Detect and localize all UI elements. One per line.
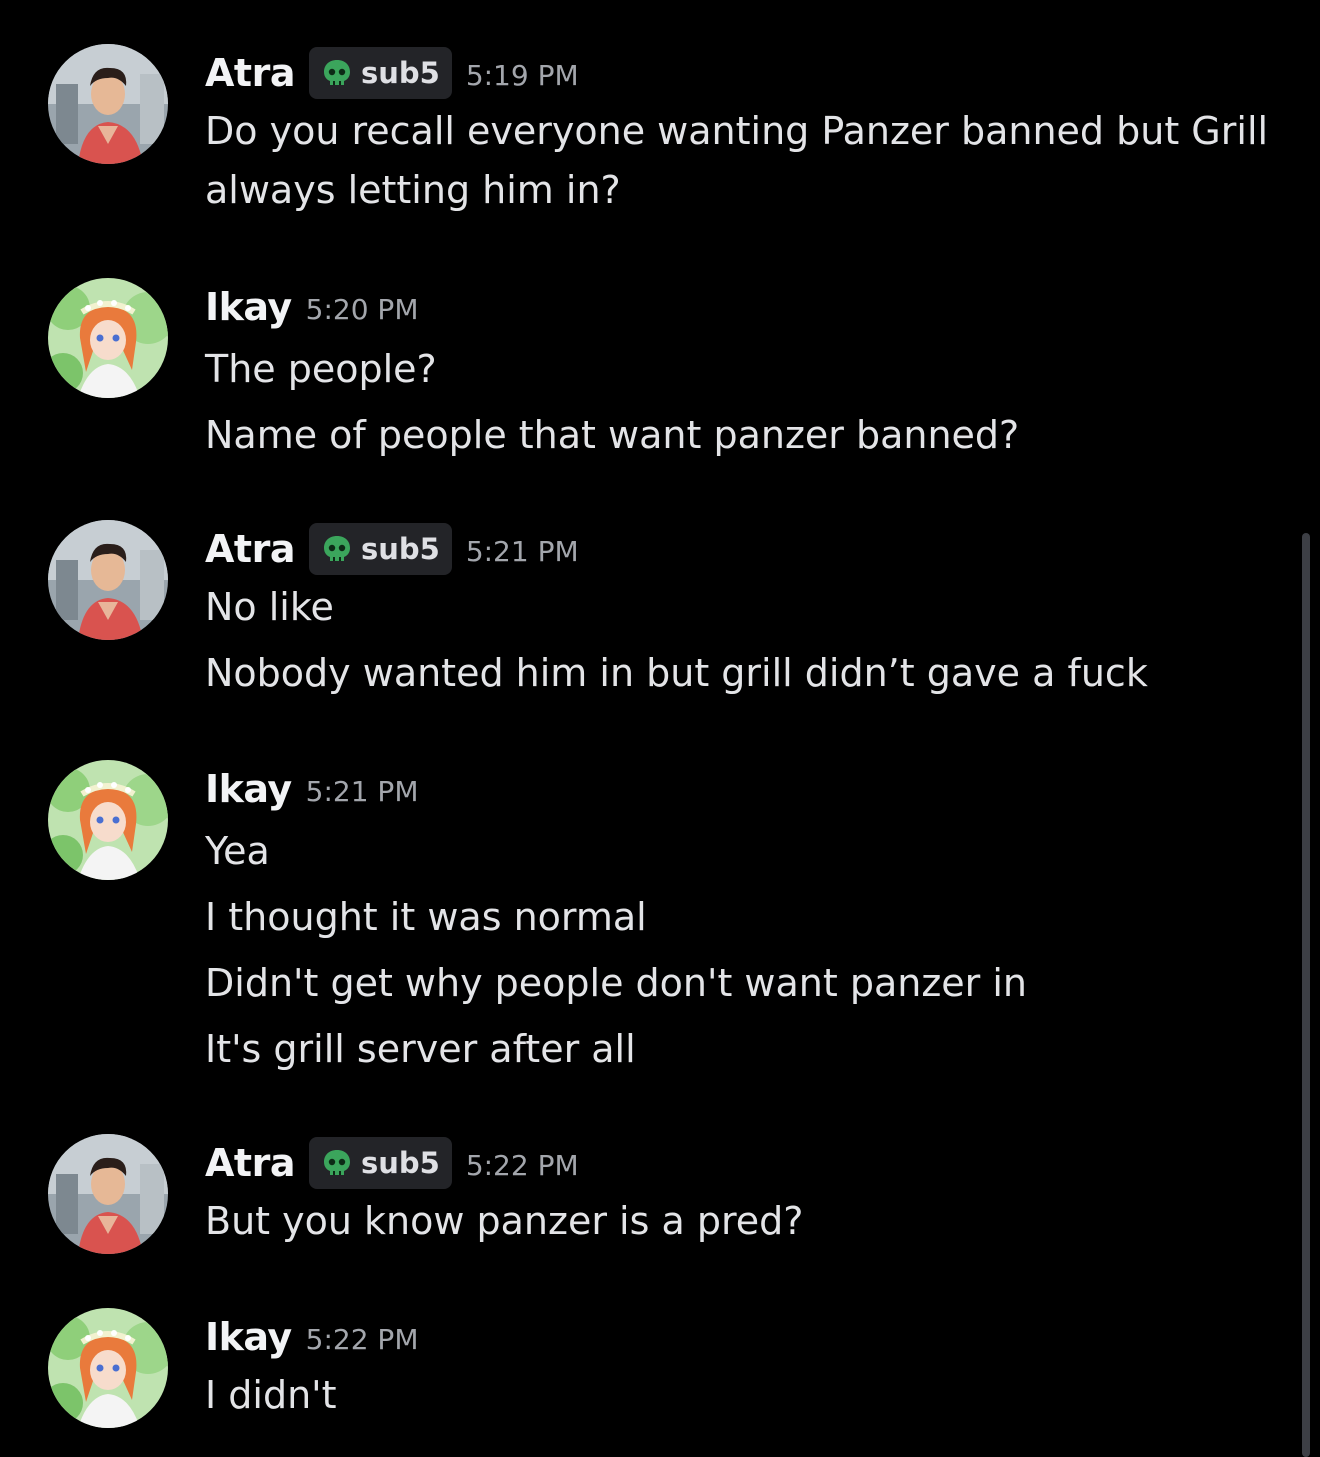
tag-label: sub5 <box>360 56 440 90</box>
atra-avatar <box>48 44 168 164</box>
timestamp: 5:22 PM <box>465 1149 579 1182</box>
server-tag[interactable]: sub5 <box>308 523 452 575</box>
avatar[interactable] <box>48 760 168 880</box>
timestamp: 5:21 PM <box>305 775 419 808</box>
message-text: I didn't <box>205 1373 337 1417</box>
message-text: The people? <box>205 347 437 391</box>
ikay-avatar <box>48 278 168 398</box>
server-tag[interactable]: sub5 <box>308 47 452 99</box>
message-text: Yea <box>205 829 270 873</box>
username[interactable]: Atra <box>205 1134 295 1192</box>
username[interactable]: Ikay <box>205 278 292 336</box>
avatar[interactable] <box>48 44 168 164</box>
username[interactable]: Atra <box>205 44 295 102</box>
scrollbar[interactable] <box>1302 533 1310 1457</box>
message-text: Do you recall everyone wanting Panzer ba… <box>205 109 1269 153</box>
chat-messages: Atra sub5 5:19 PM Do you recall everyone… <box>0 0 1320 1457</box>
skull-icon <box>323 1150 350 1175</box>
skull-icon <box>323 536 350 561</box>
atra-avatar <box>48 1134 168 1254</box>
timestamp: 5:22 PM <box>305 1323 419 1356</box>
message-text: I thought it was normal <box>205 895 647 939</box>
message-text: It's grill server after all <box>205 1027 636 1071</box>
message-text: Didn't get why people don't want panzer … <box>205 961 1028 1005</box>
ikay-avatar <box>48 1308 168 1428</box>
tag-label: sub5 <box>360 532 440 566</box>
username[interactable]: Ikay <box>205 760 292 818</box>
message-text: Nobody wanted him in but grill didn’t ga… <box>205 651 1148 695</box>
timestamp: 5:20 PM <box>305 293 419 326</box>
message-text: No like <box>205 585 334 629</box>
timestamp: 5:19 PM <box>465 59 579 92</box>
message-text: But you know panzer is a pred? <box>205 1199 804 1243</box>
ikay-avatar <box>48 760 168 880</box>
atra-avatar <box>48 520 168 640</box>
username[interactable]: Atra <box>205 520 295 578</box>
avatar[interactable] <box>48 1308 168 1428</box>
message-text: Name of people that want panzer banned? <box>205 413 1020 457</box>
avatar[interactable] <box>48 1134 168 1254</box>
server-tag[interactable]: sub5 <box>308 1137 452 1189</box>
skull-icon <box>323 60 350 85</box>
avatar[interactable] <box>48 278 168 398</box>
tag-label: sub5 <box>360 1146 440 1180</box>
avatar[interactable] <box>48 520 168 640</box>
timestamp: 5:21 PM <box>465 535 579 568</box>
message-text: always letting him in? <box>205 168 621 212</box>
username[interactable]: Ikay <box>205 1308 292 1366</box>
